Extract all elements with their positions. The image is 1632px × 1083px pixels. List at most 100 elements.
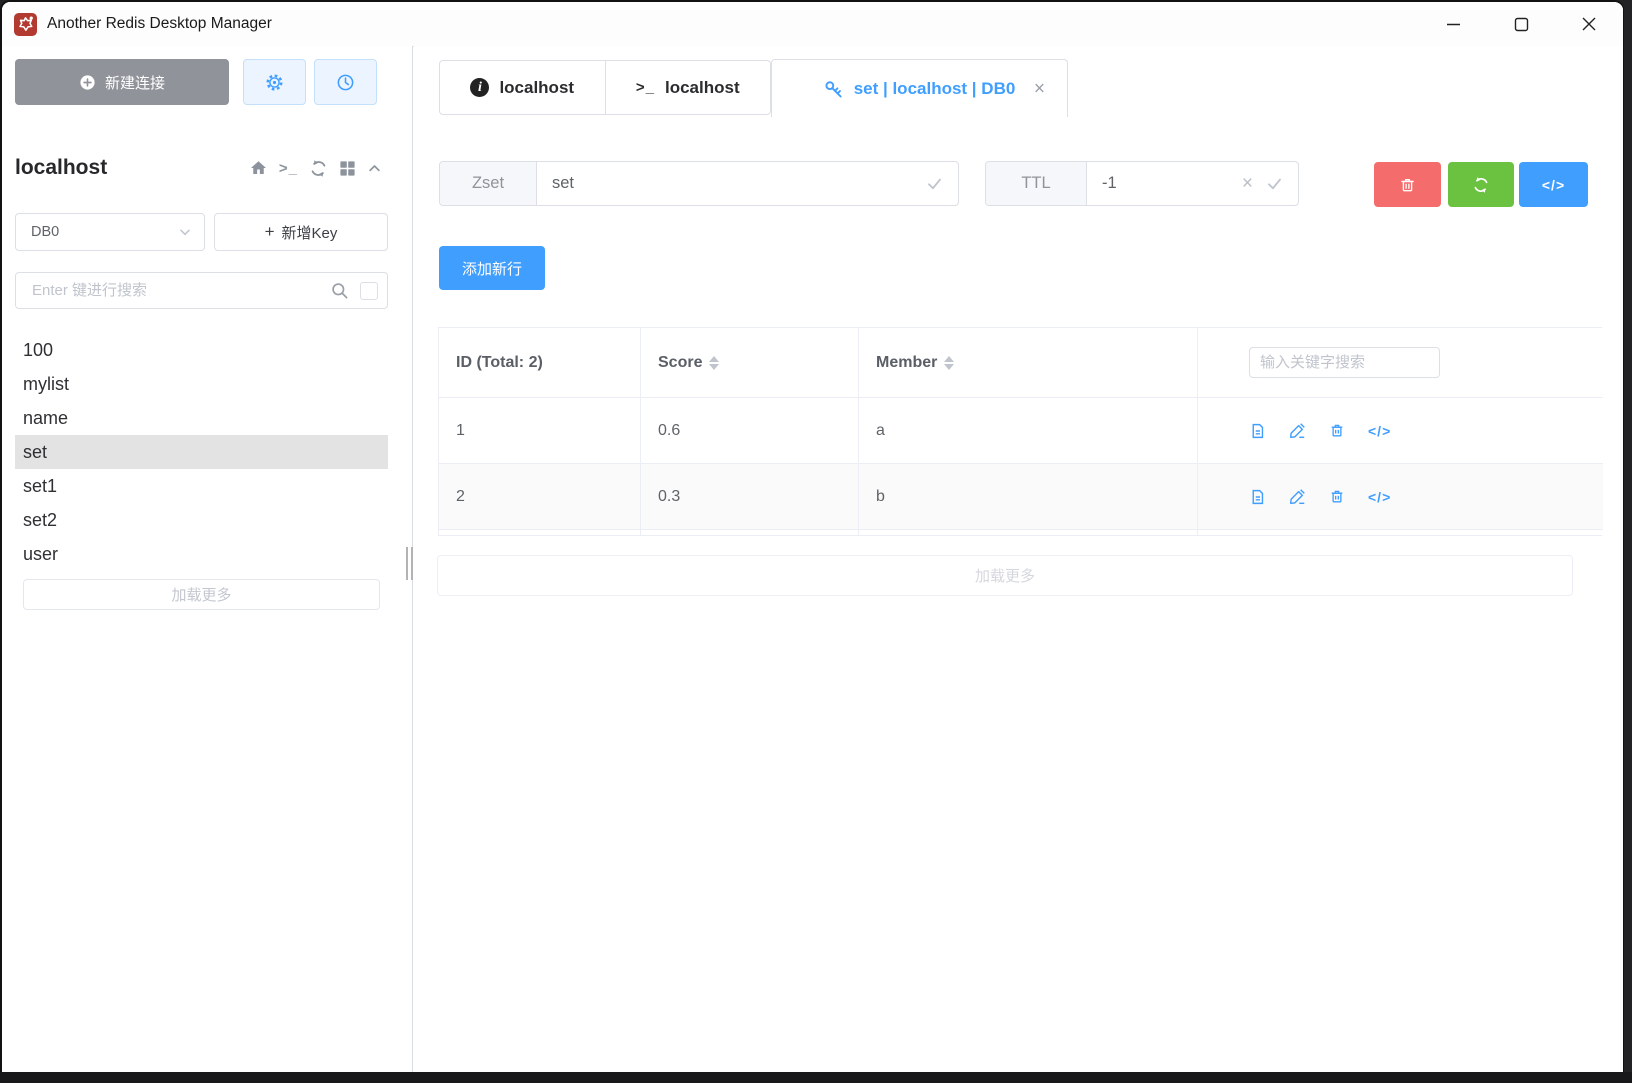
tab-label: set | localhost | DB0 [854,79,1016,99]
cell-score: 0.3 [641,464,859,530]
key-type-label: Zset [440,162,537,205]
key-search-row [15,272,388,309]
settings-button[interactable] [243,59,306,105]
confirm-check-icon [925,174,944,193]
gear-icon [265,73,284,92]
column-header-score: Score [641,328,859,398]
db-select[interactable]: DB0 [15,213,205,251]
key-list-item[interactable]: name [15,401,388,435]
terminal-icon[interactable]: >_ [279,160,298,177]
cell-id: 1 [439,398,641,464]
key-name-group: Zset [439,161,959,206]
view-command-button[interactable]: </> [1519,162,1588,207]
key-list-item[interactable]: 100 [15,333,388,367]
window-title: Another Redis Desktop Manager [47,15,272,33]
tab-cli-localhost[interactable]: >_ localhost [605,61,771,114]
plus-icon: + [265,222,275,242]
maximize-button[interactable] [1487,2,1555,46]
tab-bar: i localhost >_ localhost [439,60,771,115]
app-window: Another Redis Desktop Manager 新建连接 [0,0,1624,1072]
app-logo-icon [14,13,37,36]
desktop-edge [1624,0,1632,1083]
minimize-icon [1446,17,1461,32]
key-list-item[interactable]: mylist [15,367,388,401]
sort-carets-icon[interactable] [709,356,719,370]
cell-score: 0.6 [641,398,859,464]
delete-row-icon[interactable] [1329,422,1345,439]
window-bottom-edge [0,1072,1632,1083]
row-command-icon[interactable]: </> [1368,489,1391,505]
row-actions: </> [1249,422,1603,440]
row-command-icon[interactable]: </> [1368,423,1391,439]
key-name-input[interactable] [537,162,958,205]
ttl-label: TTL [986,162,1087,205]
table-filter-input[interactable] [1249,347,1440,378]
column-header-member: Member [859,328,1198,398]
key-list-item[interactable]: set2 [15,503,388,537]
new-connection-label: 新建连接 [105,72,165,93]
clock-icon [336,73,355,92]
edit-row-icon[interactable] [1289,422,1306,439]
view-row-icon[interactable] [1249,488,1266,506]
tab-label: localhost [499,78,574,98]
connection-actions: >_ [249,159,382,178]
maximize-icon [1514,17,1529,32]
delete-row-icon[interactable] [1329,488,1345,505]
exact-search-checkbox[interactable] [360,282,378,300]
db-selected-value: DB0 [31,224,59,240]
grid-view-icon[interactable] [339,160,356,177]
terminal-icon: >_ [636,79,655,96]
key-list-item[interactable]: set1 [15,469,388,503]
confirm-check-icon [1265,174,1284,193]
sort-carets-icon[interactable] [944,356,954,370]
collapse-chevron-icon[interactable] [367,161,382,176]
sidebar-splitter-handle[interactable] [406,547,413,580]
desktop-background: Another Redis Desktop Manager 新建连接 [0,0,1632,1083]
minimize-button[interactable] [1419,2,1487,46]
cell-member: b [859,464,1198,530]
main-panel: i localhost >_ localhost set | localhost… [414,46,1623,1072]
plus-circle-icon [79,74,96,91]
window-controls [1419,2,1623,46]
add-key-button[interactable]: + 新增Key [214,213,388,251]
key-list-item[interactable]: user [15,537,388,571]
sidebar-load-more-button[interactable]: 加载更多 [23,579,380,610]
cell-id: 2 [439,464,641,530]
refresh-icon[interactable] [309,159,328,178]
key-list-item-selected[interactable]: set [15,435,388,469]
chevron-down-icon [178,225,192,239]
add-row-button[interactable]: 添加新行 [439,246,545,290]
table-row: 1 0.6 a </> [439,398,1603,464]
view-row-icon[interactable] [1249,422,1266,440]
delete-key-button[interactable] [1374,162,1441,207]
add-key-label: 新增Key [282,222,338,243]
table-row: 2 0.3 b </> [439,464,1603,530]
trash-icon [1399,176,1416,194]
new-connection-button[interactable]: 新建连接 [15,59,229,105]
table-footer-strip [439,530,1603,535]
key-list: 100 mylist name set set1 set2 user [15,333,388,571]
tab-label: localhost [665,78,740,98]
refresh-key-button[interactable] [1448,162,1514,207]
clear-icon[interactable]: × [1242,174,1253,193]
ttl-group: TTL × [985,161,1299,206]
table-load-more-button[interactable]: 加载更多 [437,555,1573,596]
refresh-icon [1472,176,1490,194]
connection-header: localhost >_ [15,152,382,184]
close-button[interactable] [1555,2,1623,46]
column-header-search [1198,328,1603,398]
column-header-id: ID (Total: 2) [439,328,641,398]
edit-row-icon[interactable] [1289,488,1306,505]
search-icon [330,281,349,300]
tab-key-set-active[interactable]: set | localhost | DB0 × [771,59,1068,117]
sidebar: 新建连接 localhost [2,46,413,1072]
cell-member: a [859,398,1198,464]
home-icon[interactable] [249,159,268,177]
zset-table: ID (Total: 2) Score Member [438,327,1602,536]
tab-close-icon[interactable]: × [1034,79,1045,98]
history-button[interactable] [314,59,377,105]
tab-server-localhost[interactable]: i localhost [440,61,605,114]
connection-name: localhost [15,156,107,180]
key-search-input[interactable] [30,281,330,300]
titlebar: Another Redis Desktop Manager [2,2,1623,47]
